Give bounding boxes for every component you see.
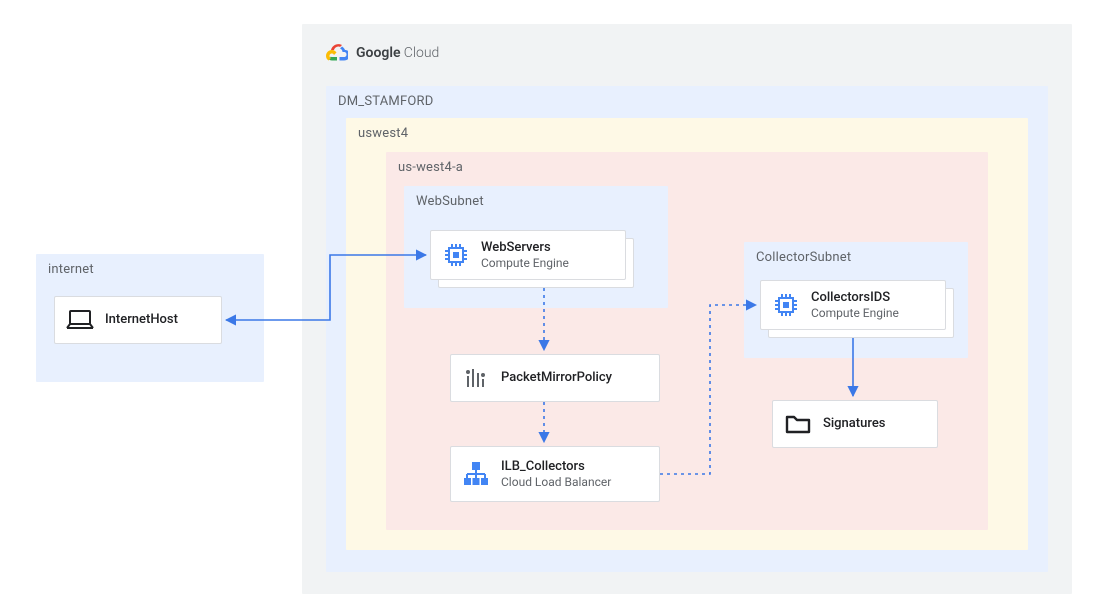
ilb-node: ILB_Collectors Cloud Load Balancer bbox=[450, 446, 660, 502]
laptop-icon bbox=[65, 305, 95, 335]
collectors-node: CollectorsIDS Compute Engine bbox=[760, 280, 946, 330]
internet-host-title: InternetHost bbox=[105, 312, 178, 328]
webservers-node: WebServers Compute Engine bbox=[430, 230, 626, 280]
project-label: DM_STAMFORD bbox=[338, 94, 433, 109]
ilb-sub: Cloud Load Balancer bbox=[501, 475, 611, 489]
internet-host-node: InternetHost bbox=[54, 296, 222, 344]
webservers-title: WebServers bbox=[481, 240, 569, 256]
compute-engine-icon bbox=[771, 290, 801, 320]
load-balancer-icon bbox=[461, 459, 491, 489]
webservers-sub: Compute Engine bbox=[481, 256, 569, 270]
collectorsubnet-label: CollectorSubnet bbox=[756, 250, 851, 265]
collectors-sub: Compute Engine bbox=[811, 306, 899, 320]
websubnet-label: WebSubnet bbox=[416, 194, 484, 209]
google-cloud-icon bbox=[326, 44, 348, 62]
collectors-title: CollectorsIDS bbox=[811, 290, 899, 306]
ilb-title: ILB_Collectors bbox=[501, 459, 611, 475]
packetmirror-title: PacketMirrorPolicy bbox=[501, 370, 612, 386]
diagram-canvas: Google Cloud DM_STAMFORD uswest4 us-west… bbox=[0, 0, 1103, 613]
packet-mirror-icon bbox=[461, 363, 491, 393]
brand-light: Cloud bbox=[404, 45, 440, 61]
folder-icon bbox=[783, 409, 813, 439]
internet-label: internet bbox=[48, 262, 94, 277]
zone-label: us-west4-a bbox=[398, 160, 463, 175]
signatures-title: Signatures bbox=[823, 416, 886, 432]
brand-strong: Google bbox=[356, 45, 401, 61]
packetmirror-node: PacketMirrorPolicy bbox=[450, 354, 660, 402]
region-label: uswest4 bbox=[358, 126, 408, 141]
signatures-node: Signatures bbox=[772, 400, 938, 448]
gcp-brand: Google Cloud bbox=[326, 44, 439, 62]
compute-engine-icon bbox=[441, 240, 471, 270]
